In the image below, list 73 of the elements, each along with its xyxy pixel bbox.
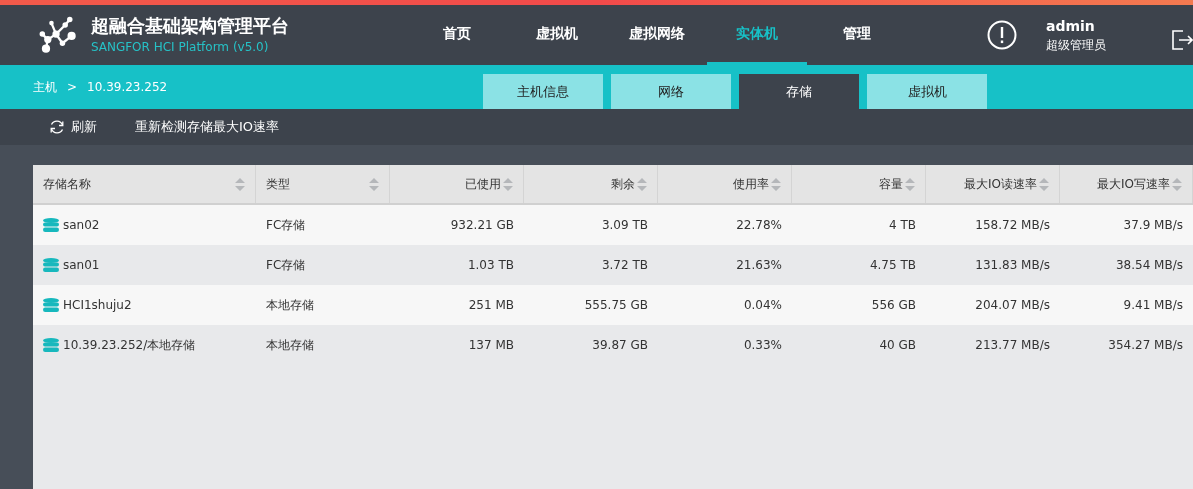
- logout-icon[interactable]: [1171, 29, 1193, 51]
- table-cell-text: HCI1shuju2: [63, 297, 132, 314]
- sort-icon[interactable]: [1172, 177, 1182, 191]
- table-cell-text: 251 MB: [468, 297, 514, 314]
- table-cell-text: 本地存储: [266, 297, 314, 314]
- column-header[interactable]: 容量: [792, 165, 926, 203]
- table-cell-text: 1.03 TB: [467, 257, 514, 274]
- user-role: 超级管理员: [1046, 37, 1107, 54]
- table-cell-text: 204.07 MB/s: [975, 297, 1050, 314]
- app-subtitle: SANGFOR HCI Platform (v5.0): [90, 39, 270, 56]
- sort-icon[interactable]: [637, 177, 647, 191]
- table-cell-text: 9.41 MB/s: [1123, 297, 1183, 314]
- sort-icon[interactable]: [235, 177, 245, 191]
- table-cell-text: san01: [63, 257, 100, 274]
- table-cell-text: 4.75 TB: [869, 257, 916, 274]
- breadcrumb-separator: >: [67, 79, 78, 96]
- table-cell-text: 39.87 GB: [592, 337, 648, 354]
- table-row[interactable]: HCI1shuju2 本地存储 251 MB 555.75 GB 0.04% 556 GB 204.07 MB/s 9.41 MB/s: [33, 285, 1193, 325]
- recheck-io-button[interactable]: 重新检测存储最大IO速率: [135, 117, 280, 137]
- database-icon: [43, 298, 59, 312]
- sort-icon[interactable]: [1039, 177, 1049, 191]
- nav-tab[interactable]: 管理: [807, 5, 907, 65]
- nav-tab[interactable]: 虚拟网络: [607, 5, 707, 65]
- table-cell-text: 137 MB: [468, 337, 514, 354]
- section-tab[interactable]: 虚拟机: [867, 74, 987, 109]
- section-tab[interactable]: 存储: [739, 74, 859, 109]
- sort-icon[interactable]: [771, 177, 781, 191]
- breadcrumb-current: 10.39.23.252: [87, 79, 168, 96]
- user-name: admin: [1046, 17, 1096, 36]
- column-header[interactable]: 存储名称: [33, 165, 256, 203]
- refresh-button[interactable]: 刷新: [49, 117, 97, 137]
- column-header[interactable]: 剩余: [524, 165, 658, 203]
- table-cell-text: 本地存储: [266, 337, 314, 354]
- app-title: 超融合基础架构管理平台: [90, 14, 290, 38]
- refresh-icon: [49, 119, 65, 135]
- alert-icon[interactable]: [987, 20, 1017, 50]
- table-cell-text: 0.04%: [743, 297, 782, 314]
- table-cell-text: 555.75 GB: [584, 297, 648, 314]
- table-cell-text: 0.33%: [743, 337, 782, 354]
- table-cell-text: 158.72 MB/s: [975, 217, 1050, 234]
- database-icon: [43, 258, 59, 272]
- table-cell-text: san02: [63, 217, 100, 234]
- table-cell-text: 10.39.23.252/本地存储: [63, 337, 196, 354]
- nav-tab[interactable]: 虚拟机: [507, 5, 607, 65]
- table-cell-text: 213.77 MB/s: [975, 337, 1050, 354]
- table-cell-text: FC存储: [266, 217, 306, 234]
- nav-tab[interactable]: 首页: [407, 5, 507, 65]
- section-tab[interactable]: 网络: [611, 74, 731, 109]
- table-cell-text: 22.78%: [736, 217, 782, 234]
- database-icon: [43, 338, 59, 352]
- column-header[interactable]: 使用率: [658, 165, 792, 203]
- table-row[interactable]: san02 FC存储 932.21 GB 3.09 TB 22.78% 4 TB 158.72 MB/s 37.9 MB/s: [33, 205, 1193, 245]
- column-header[interactable]: 最大IO写速率: [1060, 165, 1193, 203]
- table-cell-text: 21.63%: [736, 257, 782, 274]
- table-cell-text: FC存储: [266, 257, 306, 274]
- sort-icon[interactable]: [905, 177, 915, 191]
- table-cell-text: 3.09 TB: [601, 217, 648, 234]
- database-icon: [43, 218, 59, 232]
- table-cell-text: 131.83 MB/s: [975, 257, 1050, 274]
- table-cell-text: 37.9 MB/s: [1123, 217, 1183, 234]
- table-cell-text: 354.27 MB/s: [1108, 337, 1183, 354]
- table-cell-text: 4 TB: [889, 217, 916, 234]
- sort-icon[interactable]: [503, 177, 513, 191]
- table-cell-text: 3.72 TB: [601, 257, 648, 274]
- table-cell-text: 556 GB: [871, 297, 916, 314]
- column-header[interactable]: 类型: [256, 165, 390, 203]
- section-tab[interactable]: 主机信息: [483, 74, 603, 109]
- column-header[interactable]: 已使用: [390, 165, 524, 203]
- sort-icon[interactable]: [369, 177, 379, 191]
- table-cell-text: 38.54 MB/s: [1115, 257, 1183, 274]
- table-cell-text: 40 GB: [879, 337, 916, 354]
- table-cell-text: 932.21 GB: [450, 217, 514, 234]
- column-header[interactable]: 最大IO读速率: [926, 165, 1060, 203]
